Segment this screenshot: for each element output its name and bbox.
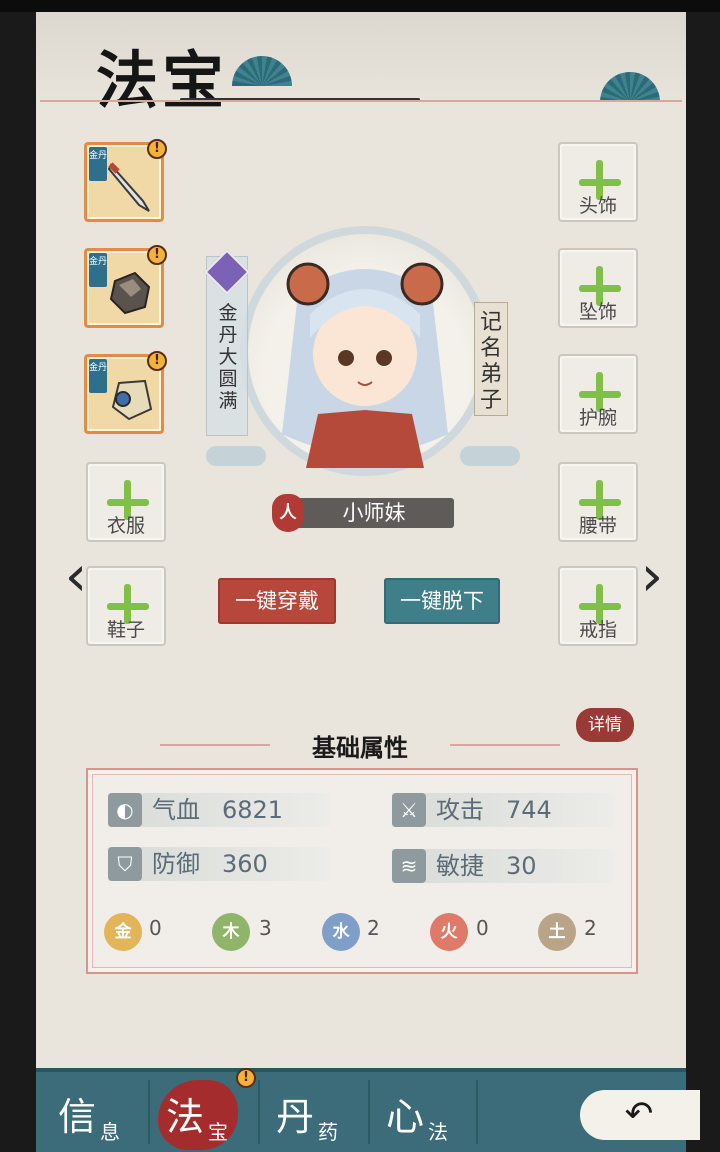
realm-text: 金丹大圆满	[218, 302, 238, 412]
element-fire-count: 0	[476, 916, 489, 940]
element-metal-count: 0	[149, 916, 162, 940]
element-water-icon: 水	[322, 913, 360, 951]
atk-label: 攻击	[436, 796, 484, 824]
tab-methods-small: 法	[428, 1120, 448, 1144]
agility-icon: ≋	[392, 849, 426, 883]
sword-icon	[107, 162, 150, 212]
element-wood-count: 3	[259, 916, 272, 940]
tab-pills[interactable]: 丹 药	[256, 1072, 366, 1152]
hp-label: 气血	[152, 796, 200, 824]
equip-slot-headwear[interactable]: 头饰	[558, 142, 638, 222]
hp-value: 6821	[222, 796, 284, 824]
stone-icon	[109, 271, 151, 315]
title-ornament-left	[160, 744, 270, 746]
slot-label: 头饰	[578, 195, 617, 217]
tab-methods-big: 心	[386, 1095, 425, 1139]
page-title: 法宝	[96, 44, 229, 117]
next-arrow-icon[interactable]: ›	[632, 549, 672, 605]
agi-label: 敏捷	[436, 852, 484, 880]
remove-all-button[interactable]: 一键脱下	[384, 578, 500, 624]
def-label: 防御	[152, 850, 200, 878]
tab-pills-big: 丹	[276, 1095, 315, 1139]
element-metal-icon: 金	[104, 913, 142, 951]
right-letterbox	[686, 12, 720, 1152]
details-button[interactable]: 详情	[576, 708, 634, 742]
slot-label: 戒指	[578, 619, 617, 641]
equip-slot-clothes[interactable]: 衣服	[86, 462, 166, 542]
cloud-ornament-right	[460, 446, 520, 466]
element-water-count: 2	[367, 916, 380, 940]
element-earth-count: 2	[584, 916, 597, 940]
equip-slot-belt[interactable]: 腰带	[558, 462, 638, 542]
equip-slot-artifact-2[interactable]: 金丹 !	[84, 351, 167, 434]
agi-value: 30	[506, 852, 537, 880]
tab-info-small: 息	[100, 1120, 120, 1144]
equip-slot-bracer[interactable]: 护腕	[558, 354, 638, 434]
equip-slot-artifact-1[interactable]: 金丹 !	[84, 245, 167, 328]
hp-icon: ◐	[108, 793, 142, 827]
title-ornament-right	[450, 744, 560, 746]
panel-border	[40, 100, 682, 102]
slot-label: 护腕	[578, 407, 617, 429]
element-earth-icon: 土	[538, 913, 576, 951]
equip-slot-ring[interactable]: 戒指	[558, 566, 638, 646]
character-illustration	[282, 262, 448, 468]
tab-info[interactable]: 信 息	[38, 1072, 148, 1152]
shield-icon: ⛉	[108, 847, 142, 881]
slot-label: 坠饰	[578, 301, 617, 323]
prev-arrow-icon[interactable]: ‹	[56, 549, 96, 605]
element-wood-icon: 木	[212, 913, 250, 951]
tab-pills-small: 药	[318, 1120, 338, 1144]
atk-value: 744	[506, 796, 552, 824]
equip-slot-weapon[interactable]: 金丹 !	[84, 139, 167, 222]
alert-icon: !	[147, 245, 167, 265]
wear-all-button[interactable]: 一键穿戴	[218, 578, 336, 624]
alert-icon: !	[147, 139, 167, 159]
tab-treasure-big: 法	[166, 1095, 205, 1139]
status-bar	[0, 0, 720, 12]
element-fire-icon: 火	[430, 913, 468, 951]
slot-label: 腰带	[578, 515, 617, 537]
alert-icon: !	[147, 351, 167, 371]
cloud-ornament-left	[206, 446, 266, 466]
character-name: 小师妹	[342, 501, 406, 525]
equip-slot-pendant[interactable]: 坠饰	[558, 248, 638, 328]
tab-treasure-small: 宝	[208, 1120, 228, 1144]
nav-divider	[476, 1080, 478, 1144]
tab-methods[interactable]: 心 法	[366, 1072, 476, 1152]
alert-icon: !	[236, 1068, 256, 1088]
tab-info-big: 信	[58, 1095, 97, 1139]
slot-label: 衣服	[106, 515, 145, 537]
slot-label: 鞋子	[106, 619, 145, 641]
back-arrow-icon[interactable]: ↶	[614, 1094, 664, 1134]
section-title: 基础属性	[312, 734, 408, 762]
rank-text: 记名弟子	[479, 310, 502, 413]
attack-icon: ⚔	[392, 793, 426, 827]
def-value: 360	[222, 850, 268, 878]
bell-icon	[111, 379, 153, 421]
character-portrait	[240, 226, 490, 476]
left-letterbox	[0, 12, 36, 1152]
equip-slot-shoes[interactable]: 鞋子	[86, 566, 166, 646]
